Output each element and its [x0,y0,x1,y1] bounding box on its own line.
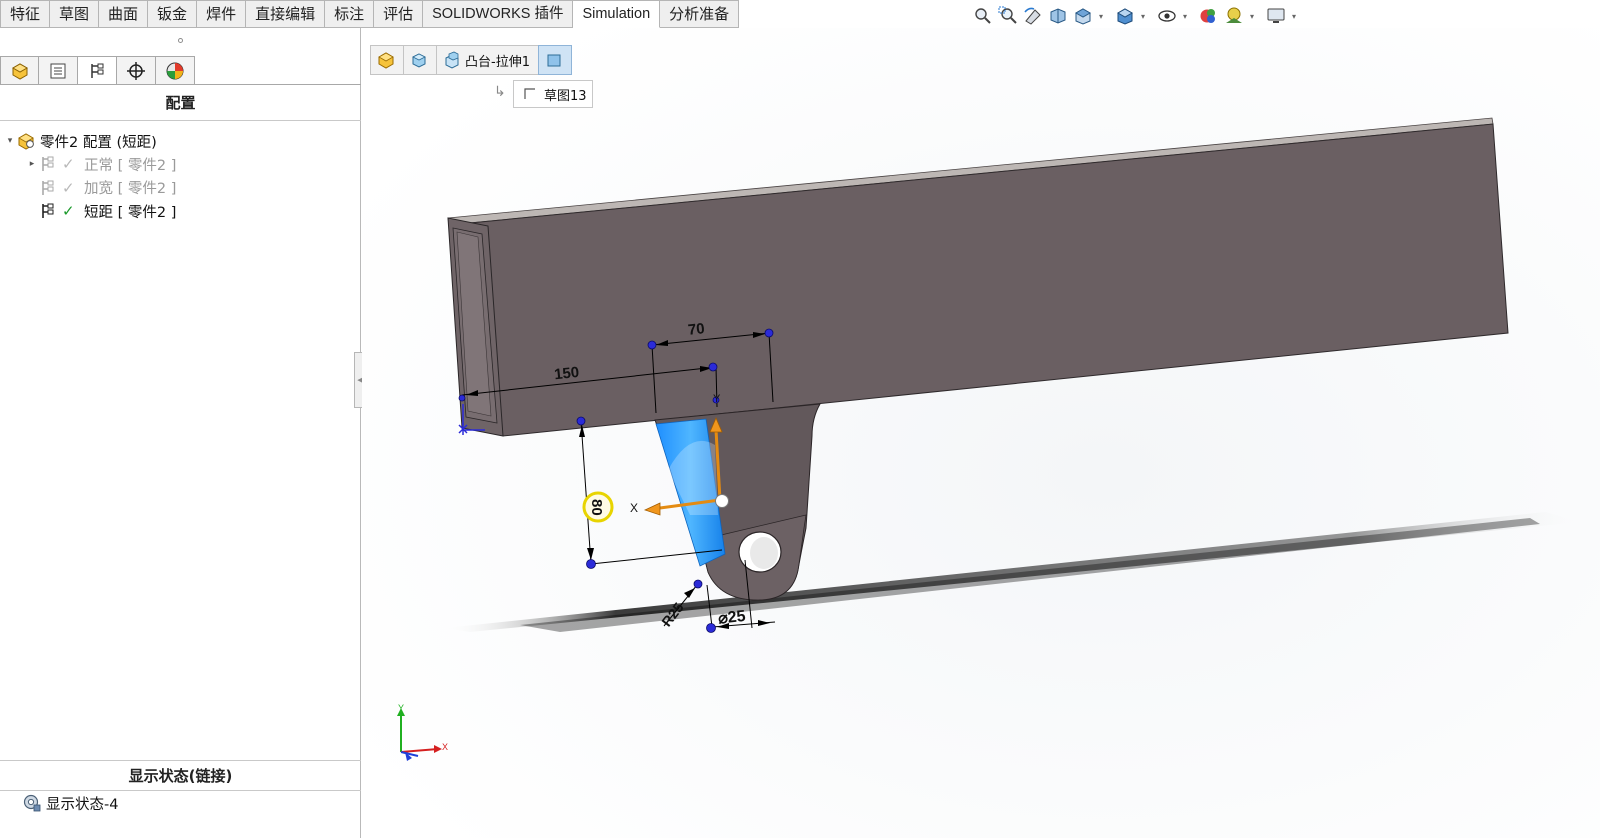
tab-4[interactable]: 焊件 [197,0,247,28]
panel-tab-display-manager[interactable] [156,56,195,85]
checkmark-icon: ✓ [62,178,75,197]
view-orientation-icon[interactable] [1072,5,1094,27]
sketch-plane-icon [547,54,561,67]
dropdown-caret-icon[interactable]: ▾ [1139,5,1147,27]
dimension-70: 70 [687,320,705,339]
tab-10[interactable]: 分析准备 [660,0,740,28]
solidworks-window: 特征 草图 曲面 钣金 焊件 直接编辑 标注 评估 SOLIDWORKS 插件 Simulatio… [0,0,1600,838]
svg-text:Y: Y [398,703,404,713]
view-settings-icon[interactable] [1265,5,1287,27]
dropdown-caret-icon[interactable]: ▾ [1248,5,1256,27]
zoom-to-area-icon[interactable] [997,5,1019,27]
dimension-phi25: ⌀25 [717,608,746,628]
panel-tab-dimxpert[interactable] [117,56,156,85]
breadcrumb-feature-label: 凸台-拉伸1 [465,54,530,70]
dropdown-caret-icon[interactable]: ▾ [1097,5,1105,27]
svg-text:X: X [442,742,448,752]
sketch-sub-arrow-icon: ↳ [494,84,506,100]
display-state-label: 显示状态-4 [46,796,119,813]
model-scene: X Y 150 70 80 R25 ⌀25 Y X [362,28,1600,838]
panel-tab-configuration-manager[interactable] [78,56,117,85]
breadcrumb-part[interactable] [370,45,403,75]
graphics-area[interactable]: X Y 150 70 80 R25 ⌀25 Y X [362,28,1600,838]
checkmark-icon: ✓ [62,155,75,173]
expand-arrow-icon[interactable]: ▸ [26,159,38,169]
dimension-150: 150 [553,364,580,384]
configuration-item[interactable]: ▸ ✓ 正常 [ 零件2 ] [26,153,177,175]
breadcrumb-feature[interactable]: 凸台-拉伸1 [436,45,538,75]
tab-5[interactable]: 直接编辑 [246,0,326,28]
tab-7[interactable]: 评估 [374,0,424,28]
tab-8[interactable]: SOLIDWORKS 插件 [423,0,574,28]
configuration-item[interactable]: ✓ 短距 [ 零件2 ] [26,200,176,222]
breadcrumb-sketch-label: 草图13 [544,88,587,104]
tab-6[interactable]: 标注 [325,0,375,28]
configuration-label: 短距 [ 零件2 ] [84,204,177,221]
configuration-icon [38,201,58,221]
configuration-icon [38,178,58,198]
configuration-label: 正常 [ 零件2 ] [84,157,177,174]
tab-2[interactable]: 曲面 [99,0,149,28]
configuration-icon [38,154,58,174]
heads-up-view-toolbar: ▾ ▾ ▾ ▾ ▾ [972,4,1304,28]
breadcrumb-sketch-plane[interactable] [537,45,572,75]
display-style-icon[interactable] [1114,5,1136,27]
feature-manager-icon [11,62,28,80]
edit-appearance-icon[interactable] [1198,5,1220,27]
tree-root-label: 零件2 配置 (短距) [40,134,157,151]
dimension-80: 80 [588,499,605,516]
panel-tabs [0,56,195,85]
configuration-item[interactable]: ✓ 加宽 [ 零件2 ] [26,177,176,199]
display-state-icon [22,793,42,813]
feature-breadcrumb: 凸台-拉伸1 [370,45,572,75]
tab-9[interactable]: Simulation [573,0,661,28]
sketch-icon [524,88,535,99]
display-manager-icon [166,62,184,79]
display-state-item[interactable]: 显示状态-4 [22,791,118,815]
part-icon [378,52,394,69]
hide-show-icon[interactable] [1156,5,1178,27]
previous-view-icon[interactable] [1022,5,1044,27]
dropdown-caret-icon[interactable]: ▾ [1290,5,1298,27]
panel-title: 配置 [165,94,196,112]
zoom-to-fit-icon[interactable] [972,5,994,27]
tab-0[interactable]: 特征 [0,0,51,28]
breadcrumb-sketch[interactable]: 草图13 [513,80,593,108]
extrude-feature-icon [445,51,459,69]
display-state-title: 显示状态(链接) [128,767,233,785]
tab-3[interactable]: 钣金 [148,0,198,28]
configuration-label: 加宽 [ 零件2 ] [84,181,177,197]
panel-tab-feature-manager[interactable] [0,56,39,85]
section-view-icon[interactable] [1047,5,1069,27]
breadcrumb-body[interactable] [403,45,436,75]
tree-root-configurations[interactable]: ▾ 零件2 配置 (短距) [4,130,157,152]
command-manager-tabs: 特征 草图 曲面 钣金 焊件 直接编辑 标注 评估 SOLIDWORKS 插件 Simulatio… [0,0,740,28]
checkmark-icon: ✓ [62,202,75,220]
dropdown-caret-icon[interactable]: ▾ [1181,5,1189,27]
body-icon [412,53,426,68]
panel-tab-property-manager[interactable] [39,56,78,85]
configuration-manager-icon [91,63,104,78]
tab-1[interactable]: 草图 [50,0,100,28]
property-manager-icon [50,63,66,78]
part-configs-icon [16,131,36,151]
collapse-arrow-icon[interactable]: ▾ [4,136,16,146]
configuration-manager-panel: 配置 ▾ 零件2 配置 (短距) ▸ ✓ 正常 [ 零件2 ] ✓ 加宽 [ 零件2 ]… [0,28,361,838]
dimxpert-icon [127,61,145,80]
svg-text:Y: Y [713,393,721,405]
svg-text:X: X [630,501,638,515]
apply-scene-icon[interactable] [1223,5,1245,27]
panel-grip[interactable] [0,28,361,52]
